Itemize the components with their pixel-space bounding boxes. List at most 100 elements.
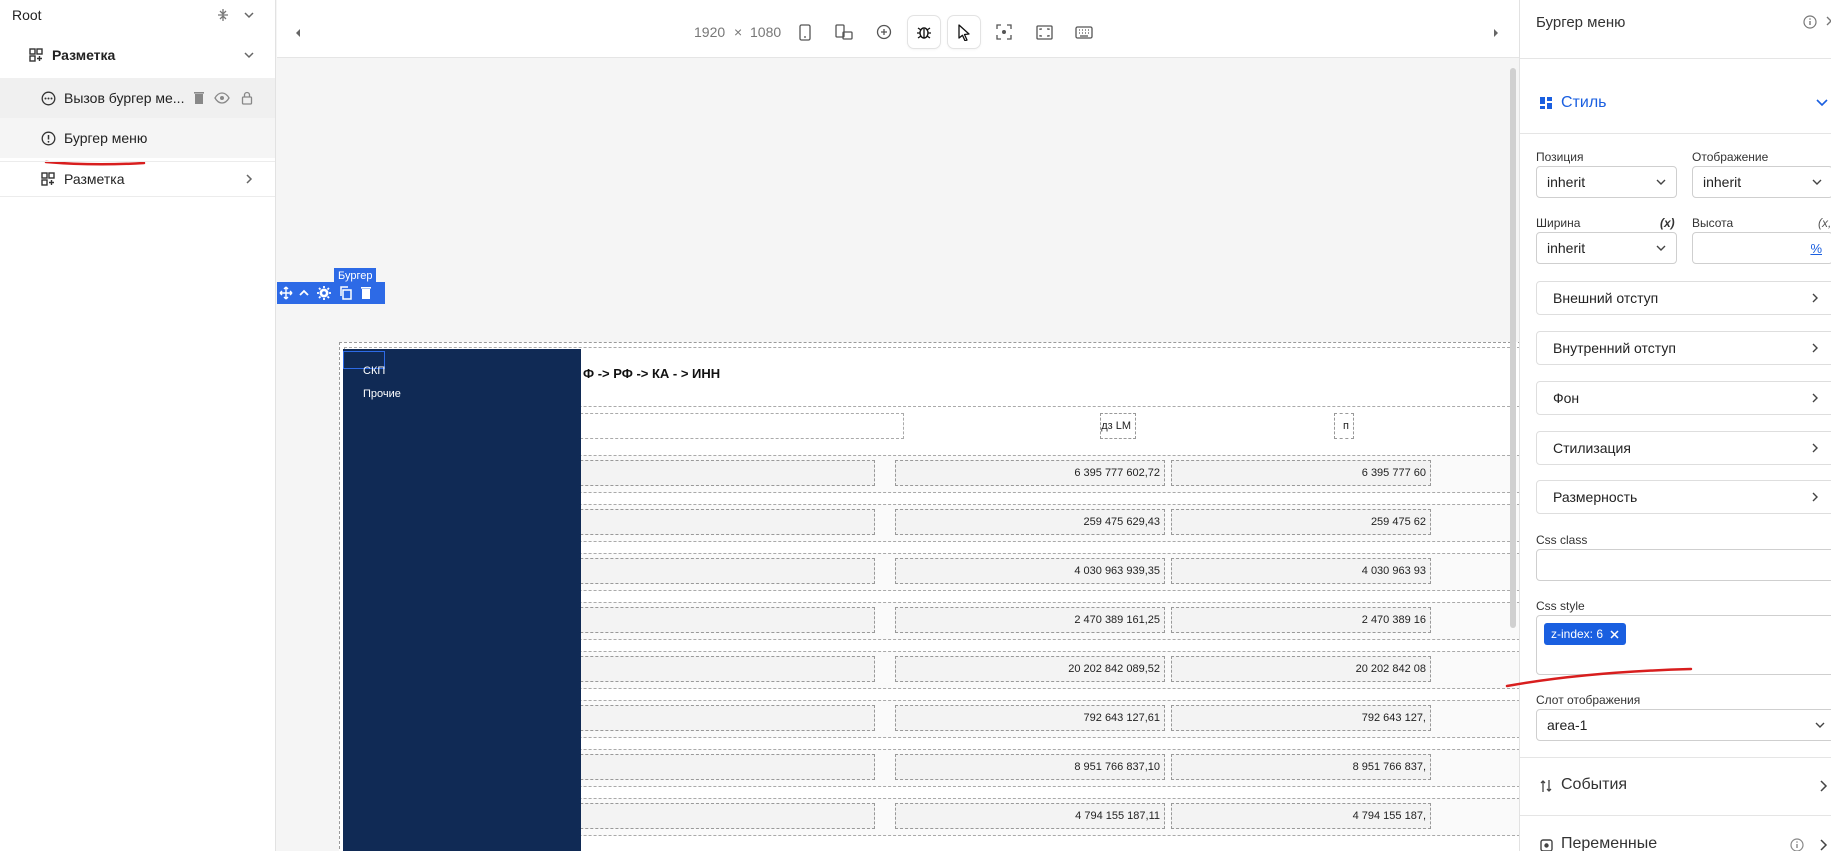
tree-item-burger-menu[interactable]: Бургер меню (0, 118, 275, 158)
width-select[interactable]: inherit (1536, 232, 1677, 264)
collapse-all-icon[interactable] (215, 7, 231, 23)
select-pointer-button[interactable] (948, 16, 980, 48)
slot-label: Слот отображения (1536, 693, 1641, 707)
chevron-right-icon[interactable] (241, 171, 257, 187)
red-stroke-annotation (1505, 667, 1693, 688)
selection-toolbar[interactable] (277, 282, 385, 304)
layout-grid-icon (40, 171, 56, 187)
width-variable-toggle[interactable]: (x) (1660, 216, 1675, 230)
css-class-input[interactable] (1536, 549, 1831, 581)
viewport-height[interactable]: 1080 (750, 24, 781, 40)
fullscreen-button[interactable] (1028, 16, 1060, 48)
tree-root-row[interactable]: Root (0, 0, 275, 30)
row-value-cell[interactable]: 6 395 777 602,72 (895, 460, 1165, 486)
select-parent-icon[interactable] (299, 288, 309, 298)
canvas-scrollbar[interactable] (1510, 68, 1516, 628)
row-label-cell[interactable] (545, 558, 875, 584)
row-value-cell[interactable]: 8 951 766 837, (1171, 754, 1431, 780)
header-cell-empty[interactable] (540, 413, 904, 439)
copy-icon[interactable] (339, 286, 353, 300)
height-label: Высота (1692, 216, 1734, 230)
info-icon[interactable] (1803, 15, 1817, 29)
viewport-times: × (734, 24, 743, 40)
chevron-right-icon[interactable] (1820, 780, 1828, 792)
selected-component-tag: Бургер (334, 268, 377, 284)
css-style-chip[interactable]: z-index: 6 (1544, 623, 1627, 645)
close-icon[interactable] (1826, 16, 1831, 26)
height-input[interactable]: % (1692, 232, 1831, 264)
rotate-device-button[interactable] (828, 16, 860, 48)
divider (1520, 133, 1831, 134)
styling-section[interactable]: Стилизация (1536, 431, 1831, 465)
zoom-in-button[interactable] (868, 16, 900, 48)
scroll-right-icon[interactable] (1492, 25, 1500, 41)
unit-percent[interactable]: % (1810, 241, 1822, 256)
row-label-cell[interactable] (545, 509, 875, 535)
row-label-cell[interactable] (545, 705, 875, 731)
row-value-cell[interactable]: 4 794 155 187, (1171, 803, 1431, 829)
row-value-cell[interactable]: 2 470 389 16 (1171, 607, 1431, 633)
remove-chip-icon[interactable] (1610, 629, 1619, 639)
dimension-section[interactable]: Размерность (1536, 480, 1831, 514)
row-label-cell[interactable] (545, 460, 875, 486)
row-value-cell[interactable]: 792 643 127, (1171, 705, 1431, 731)
variables-section-title[interactable]: Переменные (1561, 835, 1657, 851)
section-label: Внутренний отступ (1553, 340, 1676, 356)
row-value-cell[interactable]: 8 951 766 837,10 (895, 754, 1165, 780)
row-label-cell[interactable] (545, 803, 875, 829)
header-cell-pdz-lm[interactable]: пдз LM (1100, 413, 1136, 439)
tree-item-layout[interactable]: Разметка (0, 38, 275, 72)
chevron-down-icon[interactable] (241, 7, 257, 23)
move-icon[interactable] (279, 286, 293, 300)
chevron-down-icon (1656, 245, 1666, 251)
layout-grid-icon (28, 47, 44, 63)
burger-menu-item[interactable]: Прочие (363, 388, 401, 400)
row-value-cell[interactable]: 2 470 389 161,25 (895, 607, 1165, 633)
debug-button[interactable] (908, 16, 940, 48)
background-section[interactable]: Фон (1536, 381, 1831, 415)
delete-icon[interactable] (191, 90, 207, 106)
chevron-down-icon[interactable] (1816, 98, 1828, 108)
mobile-view-button[interactable] (789, 16, 821, 48)
events-section-title[interactable]: События (1561, 776, 1627, 794)
chevron-right-icon[interactable] (1820, 839, 1828, 851)
keyboard-button[interactable] (1068, 16, 1100, 48)
breadcrumb-title: Ф -> РФ -> КА - > ИНН (583, 366, 721, 381)
scroll-left-icon[interactable] (294, 25, 302, 41)
settings-gear-icon[interactable] (317, 286, 331, 300)
padding-section[interactable]: Внутренний отступ (1536, 331, 1831, 365)
row-value-cell[interactable]: 4 794 155 187,11 (895, 803, 1165, 829)
tree-item-label: Разметка (64, 171, 125, 187)
row-value-cell[interactable]: 20 202 842 089,52 (895, 656, 1165, 682)
header-cell-cut[interactable]: п (1334, 413, 1354, 439)
info-icon[interactable] (1790, 838, 1804, 851)
margin-section[interactable]: Внешний отступ (1536, 281, 1831, 315)
focus-button[interactable] (988, 16, 1020, 48)
row-value-cell[interactable]: 6 395 777 60 (1171, 460, 1431, 486)
lock-icon[interactable] (239, 90, 255, 106)
position-select[interactable]: inherit (1536, 166, 1677, 198)
row-value-cell[interactable]: 4 030 963 93 (1171, 558, 1431, 584)
style-section-title[interactable]: Стиль (1561, 94, 1607, 112)
burger-menu-item[interactable]: СКП (363, 365, 385, 377)
height-variable-toggle[interactable]: (x, (1818, 216, 1831, 230)
row-label-cell[interactable] (545, 754, 875, 780)
divider (1520, 757, 1831, 758)
row-value-cell[interactable]: 259 475 62 (1171, 509, 1431, 535)
visibility-eye-icon[interactable] (214, 90, 230, 106)
tree-item-burger-call[interactable]: Вызов бургер ме... (0, 78, 275, 118)
row-value-cell[interactable]: 792 643 127,61 (895, 705, 1165, 731)
slot-select[interactable]: area-1 (1536, 709, 1831, 741)
burger-menu-panel[interactable]: СКП Прочие (343, 349, 581, 851)
slot-value: area-1 (1547, 717, 1588, 733)
row-value-cell[interactable]: 259 475 629,43 (895, 509, 1165, 535)
chevron-down-icon[interactable] (241, 47, 257, 63)
row-value-cell[interactable]: 4 030 963 939,35 (895, 558, 1165, 584)
row-label-cell[interactable] (545, 607, 875, 633)
row-value-cell[interactable]: 20 202 842 08 (1171, 656, 1431, 682)
display-select[interactable]: inherit (1692, 166, 1831, 198)
delete-icon[interactable] (360, 286, 372, 300)
tree-item-layout-child[interactable]: Разметка (0, 161, 275, 197)
viewport-width[interactable]: 1920 (694, 24, 725, 40)
row-label-cell[interactable] (545, 656, 875, 682)
